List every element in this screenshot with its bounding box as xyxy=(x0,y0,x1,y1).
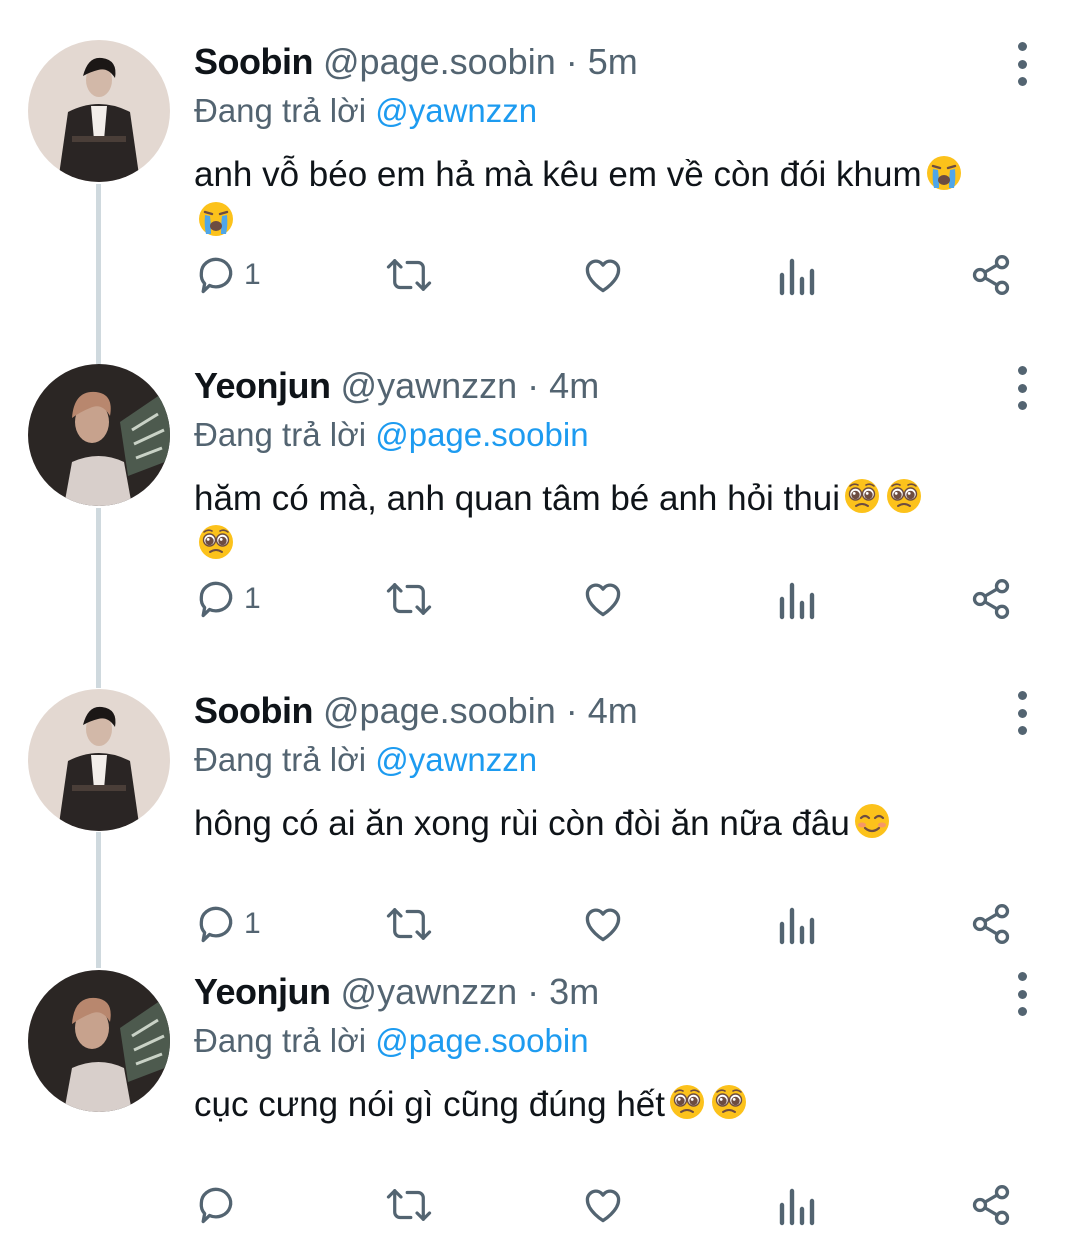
share-icon xyxy=(972,255,1010,295)
smiling-face-icon xyxy=(852,801,892,841)
tweet-text-body: cục cưng nói gì cũng đúng hết xyxy=(194,1085,665,1124)
reply-button[interactable] xyxy=(194,1180,244,1230)
replying-to: Đang trả lời @page.soobin xyxy=(194,412,589,458)
share-button[interactable] xyxy=(968,250,1014,300)
pleading-face-icon xyxy=(196,522,236,562)
loudly-crying-face-icon xyxy=(196,198,236,238)
tweet-text: cục cưng nói gì cũng đúng hết xyxy=(194,1082,1044,1128)
more-options-icon[interactable] xyxy=(1004,691,1040,735)
more-options-icon[interactable] xyxy=(1004,366,1040,410)
retweet-button[interactable] xyxy=(384,574,434,624)
separator-dot: · xyxy=(565,690,578,731)
more-options-icon[interactable] xyxy=(1004,42,1040,86)
emoji-group xyxy=(665,1085,749,1124)
like-button[interactable] xyxy=(580,1180,626,1230)
reply-count: 1 xyxy=(244,258,261,291)
replying-to-label: Đang trả lời xyxy=(194,1022,367,1059)
separator-dot: · xyxy=(565,41,578,82)
tweet-actions: 1 xyxy=(0,250,1080,300)
tweet-header: Yeonjun @yawnzzn · 3m xyxy=(194,968,599,1016)
tweet-actions: 1 xyxy=(0,574,1080,624)
soobin-avatar[interactable] xyxy=(28,40,170,182)
share-icon xyxy=(972,1185,1010,1225)
timestamp[interactable]: 4m xyxy=(549,365,599,406)
pleading-face-icon xyxy=(884,476,924,516)
analytics-button[interactable] xyxy=(776,250,816,300)
display-name[interactable]: Soobin xyxy=(194,41,313,82)
tweet-4[interactable]: Yeonjun @yawnzzn · 3m Đang trả lời @page… xyxy=(0,930,1080,1252)
tweet-text: hăm có mà, anh quan tâm bé anh hỏi thui xyxy=(194,476,1044,568)
display-name[interactable]: Soobin xyxy=(194,690,313,731)
replying-to-label: Đang trả lời xyxy=(194,741,367,778)
analytics-icon xyxy=(779,258,815,296)
tweet-header: Yeonjun @yawnzzn · 4m xyxy=(194,362,599,410)
reply-icon xyxy=(199,581,233,618)
timestamp[interactable]: 4m xyxy=(588,690,638,731)
user-handle[interactable]: @yawnzzn xyxy=(341,971,518,1012)
pleading-face-icon xyxy=(842,476,882,516)
reply-count: 1 xyxy=(244,582,261,615)
reply-icon xyxy=(199,1187,233,1224)
tweet-1[interactable]: Soobin @page.soobin · 5m Đang trả lời @y… xyxy=(0,0,1080,322)
replying-to: Đang trả lời @yawnzzn xyxy=(194,88,537,134)
emoji-group xyxy=(850,804,892,843)
more-options-icon[interactable] xyxy=(1004,972,1040,1016)
mention-link[interactable]: @page.soobin xyxy=(375,416,588,453)
tweet-text: hông có ai ăn xong rùi còn đòi ăn nữa đâ… xyxy=(194,801,1044,847)
user-handle[interactable]: @page.soobin xyxy=(323,41,556,82)
reply-button[interactable]: 1 xyxy=(194,574,261,624)
heart-icon xyxy=(585,583,621,617)
analytics-icon xyxy=(779,582,815,620)
yeonjun-avatar[interactable] xyxy=(28,364,170,506)
tweet-header: Soobin @page.soobin · 5m xyxy=(194,38,638,86)
analytics-icon xyxy=(779,1188,815,1226)
tweet-text-body: hăm có mà, anh quan tâm bé anh hỏi thui xyxy=(194,479,840,518)
analytics-button[interactable] xyxy=(776,574,816,624)
mention-link[interactable]: @yawnzzn xyxy=(375,92,537,129)
share-button[interactable] xyxy=(968,1180,1014,1230)
yeonjun-avatar[interactable] xyxy=(28,970,170,1112)
share-button[interactable] xyxy=(968,574,1014,624)
pleading-face-icon xyxy=(709,1082,749,1122)
tweet-3[interactable]: Soobin @page.soobin · 4m Đang trả lời @y… xyxy=(0,649,1080,971)
retweet-icon xyxy=(386,259,432,291)
retweet-button[interactable] xyxy=(384,250,434,300)
heart-icon xyxy=(585,1189,621,1223)
retweet-icon xyxy=(386,1189,432,1221)
replying-to: Đang trả lời @yawnzzn xyxy=(194,737,537,783)
tweet-text-body: anh vỗ béo em hả mà kêu em về còn đói kh… xyxy=(194,155,922,194)
heart-icon xyxy=(585,259,621,293)
display-name[interactable]: Yeonjun xyxy=(194,971,331,1012)
soobin-avatar[interactable] xyxy=(28,689,170,831)
mention-link[interactable]: @page.soobin xyxy=(375,1022,588,1059)
reply-button[interactable]: 1 xyxy=(194,250,261,300)
separator-dot: · xyxy=(527,365,540,406)
retweet-button[interactable] xyxy=(384,1180,434,1230)
timestamp[interactable]: 5m xyxy=(588,41,638,82)
loudly-crying-face-icon xyxy=(924,152,964,192)
tweet-text: anh vỗ béo em hả mà kêu em về còn đói kh… xyxy=(194,152,1044,244)
replying-to-label: Đang trả lời xyxy=(194,416,367,453)
analytics-button[interactable] xyxy=(776,1180,816,1230)
like-button[interactable] xyxy=(580,574,626,624)
tweet-actions xyxy=(0,1180,1080,1230)
tweet-thread: Soobin @page.soobin · 5m Đang trả lời @y… xyxy=(0,0,1080,1228)
reply-icon xyxy=(199,257,233,294)
user-handle[interactable]: @yawnzzn xyxy=(341,365,518,406)
mention-link[interactable]: @yawnzzn xyxy=(375,741,537,778)
like-button[interactable] xyxy=(580,250,626,300)
replying-to-label: Đang trả lời xyxy=(194,92,367,129)
pleading-face-icon xyxy=(667,1082,707,1122)
replying-to: Đang trả lời @page.soobin xyxy=(194,1018,589,1064)
share-icon xyxy=(972,579,1010,619)
tweet-text-body: hông có ai ăn xong rùi còn đòi ăn nữa đâ… xyxy=(194,804,850,843)
tweet-2[interactable]: Yeonjun @yawnzzn · 4m Đang trả lời @page… xyxy=(0,324,1080,646)
retweet-icon xyxy=(386,583,432,615)
tweet-header: Soobin @page.soobin · 4m xyxy=(194,687,638,735)
display-name[interactable]: Yeonjun xyxy=(194,365,331,406)
timestamp[interactable]: 3m xyxy=(549,971,599,1012)
user-handle[interactable]: @page.soobin xyxy=(323,690,556,731)
separator-dot: · xyxy=(527,971,540,1012)
